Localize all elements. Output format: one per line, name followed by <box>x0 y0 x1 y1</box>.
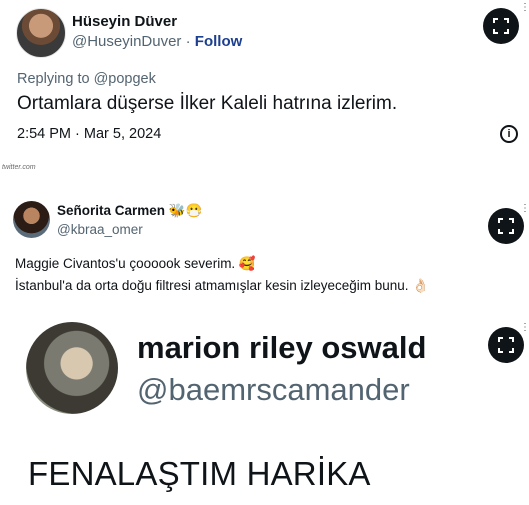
expand-icon <box>493 18 509 34</box>
info-circle-icon[interactable]: i <box>500 125 518 143</box>
display-name[interactable]: Hüseyin Düver <box>72 13 177 30</box>
handle[interactable]: @HuseyinDuver <box>72 33 181 50</box>
display-name[interactable]: Señorita Carmen 🐝😷 <box>57 203 202 219</box>
avatar[interactable] <box>16 8 66 58</box>
follow-button[interactable]: Follow <box>195 33 243 50</box>
expand-button[interactable] <box>483 8 519 44</box>
tweet-text: FENALAŞTIM HARİKA <box>28 455 371 492</box>
expand-icon <box>498 337 514 353</box>
tweet-text-line-2: İstanbul'a da orta doğu filtresi atmamış… <box>15 278 430 293</box>
expand-button[interactable] <box>488 208 524 244</box>
source-caption: twitter.com <box>2 164 36 171</box>
expand-button[interactable] <box>488 327 524 363</box>
avatar[interactable] <box>13 201 50 238</box>
name-emoji: 🐝😷 <box>168 203 203 218</box>
timestamp[interactable]: 2:54 PM · Mar 5, 2024 <box>17 126 161 142</box>
display-name-text: Señorita Carmen <box>57 203 166 218</box>
more-dots-icon[interactable]: ⋮ <box>520 322 529 333</box>
tweet-text: Ortamlara düşerse İlker Kaleli hatrına i… <box>17 93 398 114</box>
display-name[interactable]: marion riley oswald <box>137 330 426 366</box>
handle[interactable]: @baemrscamander <box>137 372 410 408</box>
replying-to[interactable]: Replying to @popgek <box>17 71 156 87</box>
more-dots-icon[interactable]: ⋮ <box>520 2 529 13</box>
handle-line: @HuseyinDuver · Follow <box>72 33 242 50</box>
tweet-card-1: Hüseyin Düver @HuseyinDuver · Follow Rep… <box>0 0 529 160</box>
handle[interactable]: @kbraa_omer <box>57 222 143 237</box>
more-dots-icon[interactable]: ⋮ <box>520 203 529 214</box>
avatar[interactable] <box>26 322 118 414</box>
tweet-text-line-1: Maggie Civantos'u çoooook severim. 🥰 <box>15 256 256 271</box>
expand-icon <box>498 218 514 234</box>
separator: · <box>185 33 191 50</box>
